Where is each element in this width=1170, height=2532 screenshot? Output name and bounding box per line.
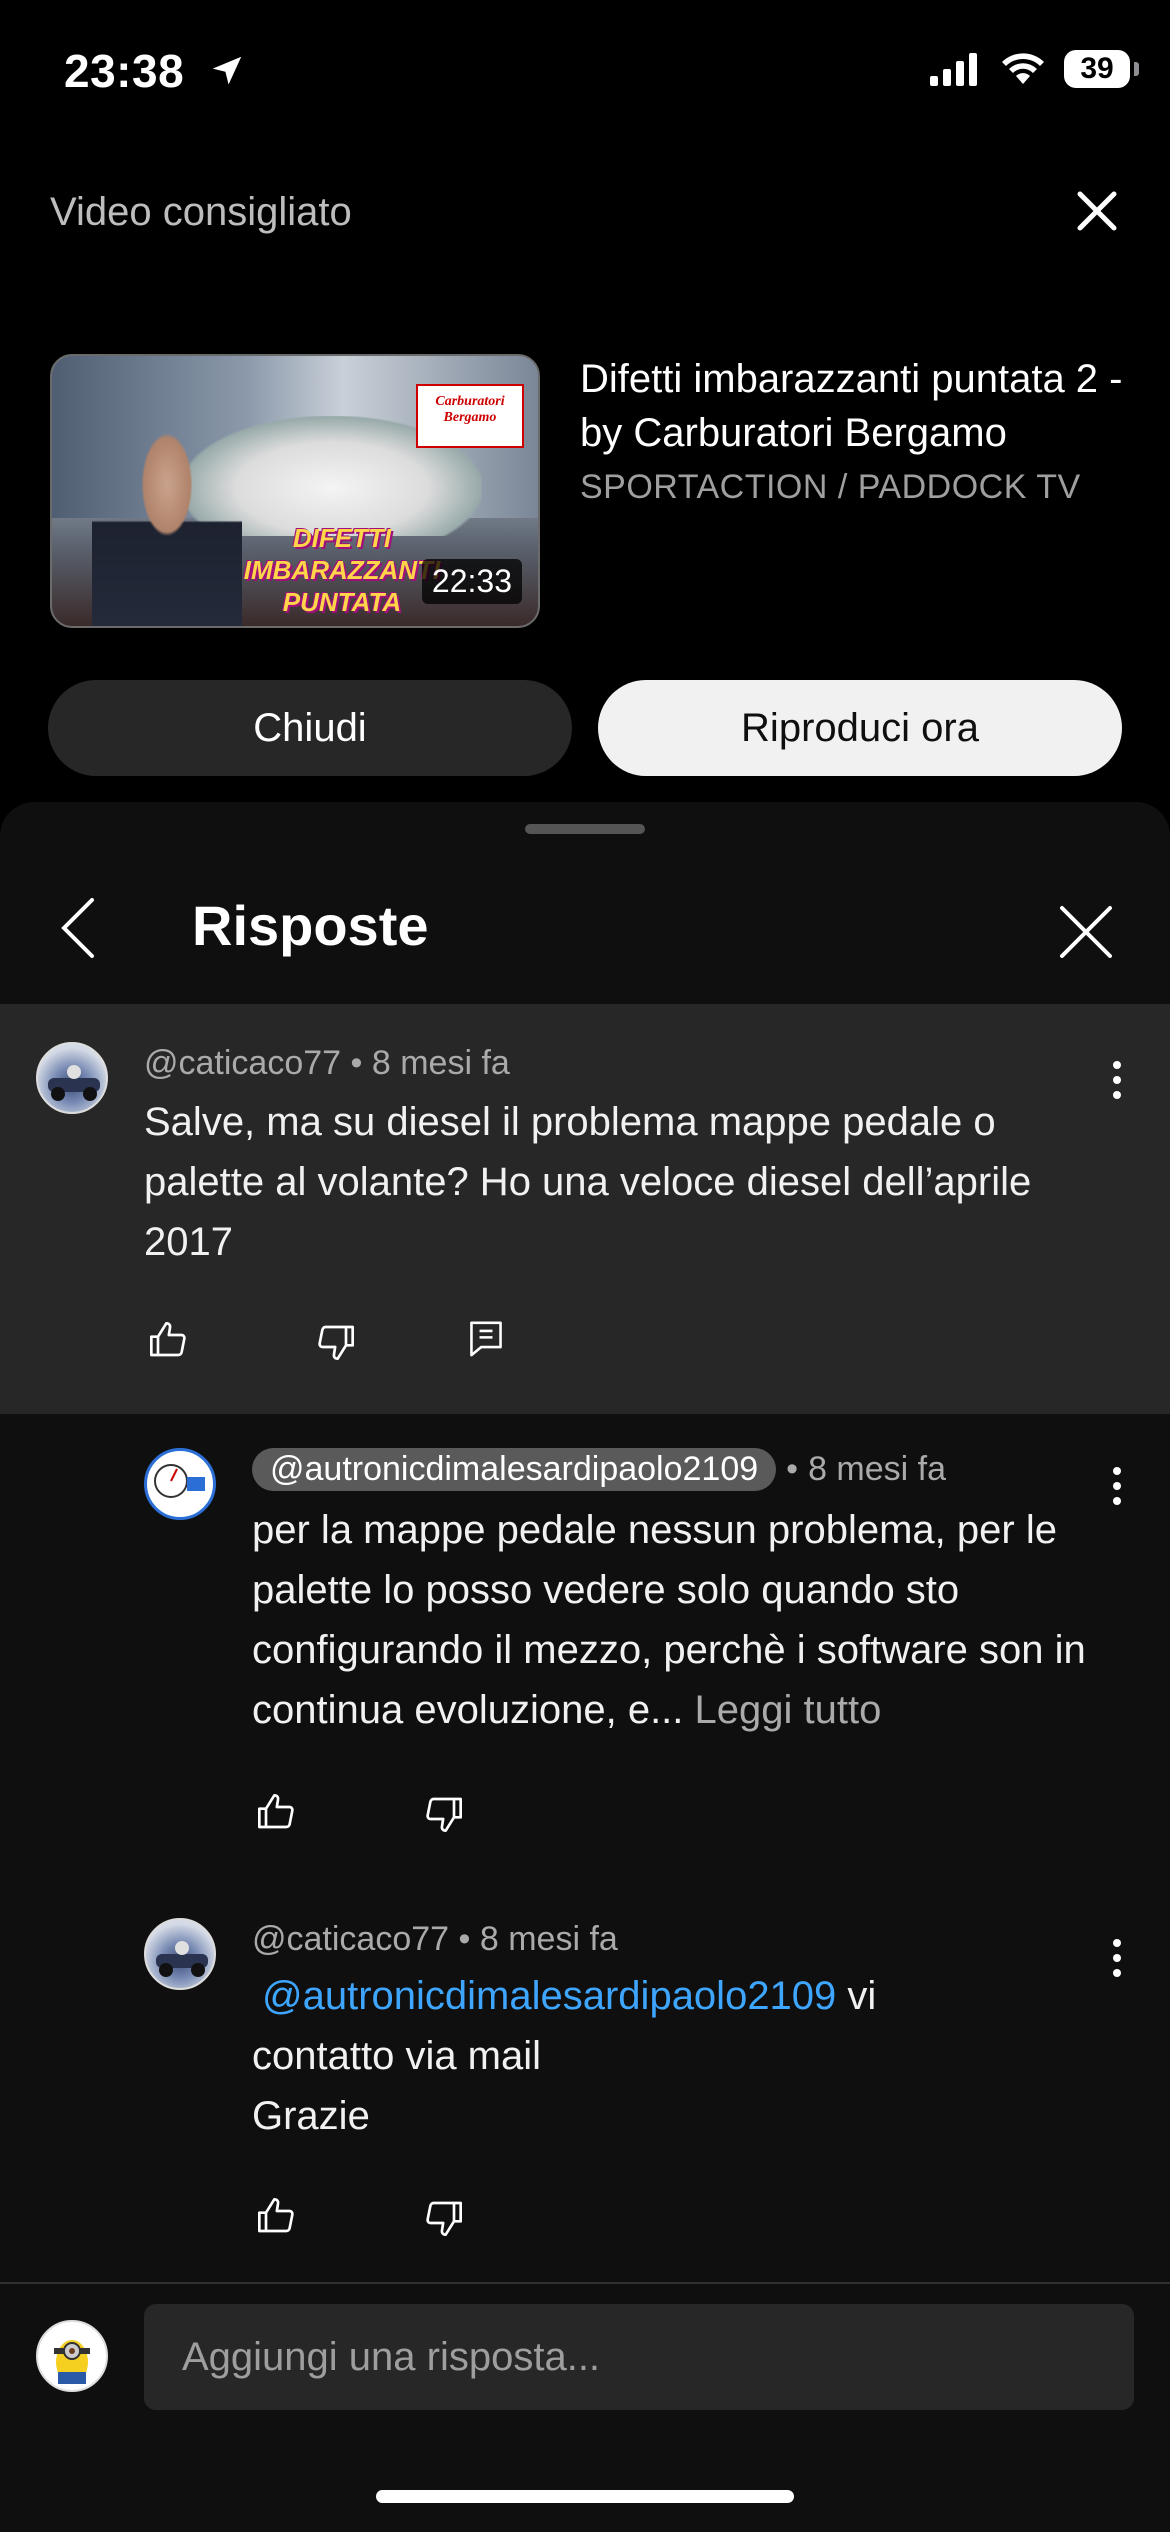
comment-author[interactable]: @caticaco77: [144, 1044, 341, 1082]
comment-time: 8 mesi fa: [371, 1044, 510, 1082]
more-options-icon[interactable]: [1112, 1938, 1122, 1978]
home-indicator[interactable]: [376, 2490, 794, 2503]
status-time: 23:38: [64, 45, 185, 97]
reply-meta: @autronicdimalesardipaolo2109 • 8 mesi f…: [252, 1448, 946, 1491]
comment-text: Salve, ma su diesel il problema mappe pe…: [144, 1100, 1032, 1264]
meta-separator: •: [458, 1920, 471, 1958]
thumbnail-logo: Carburatori Bergamo: [416, 384, 524, 448]
dislike-icon[interactable]: [424, 2198, 464, 2238]
reply-text-content: contatto via mail Grazie: [252, 2034, 542, 2138]
close-button[interactable]: Chiudi: [48, 680, 572, 776]
reply-time: 8 mesi fa: [808, 1450, 947, 1488]
drag-handle[interactable]: [525, 824, 645, 834]
video-thumbnail[interactable]: Carburatori Bergamo DIFETTI IMBARAZZANTI…: [50, 354, 540, 628]
back-arrow-icon[interactable]: [58, 896, 98, 960]
reply-author-creator[interactable]: @autronicdimalesardipaolo2109: [252, 1448, 777, 1491]
autronic-logo-icon: [154, 1464, 205, 1498]
avatar[interactable]: [36, 1042, 108, 1114]
user-avatar: [36, 2320, 108, 2392]
more-options-icon[interactable]: [1112, 1466, 1122, 1506]
reply-meta: @caticaco77 • 8 mesi fa: [252, 1920, 618, 1959]
composer-divider: [0, 2282, 1170, 2284]
reply-input[interactable]: Aggiungi una risposta...: [144, 2304, 1134, 2410]
read-more-link[interactable]: Leggi tutto: [695, 1688, 882, 1732]
battery-indicator: 39: [1064, 50, 1139, 88]
sheet-title: Risposte: [192, 894, 429, 957]
like-icon[interactable]: [148, 1320, 188, 1360]
play-now-button[interactable]: Riproduci ora: [598, 680, 1122, 776]
mention-link[interactable]: @autronicdimalesardipaolo2109: [262, 1974, 836, 2018]
more-options-icon[interactable]: [1112, 1060, 1122, 1100]
close-sheet-icon[interactable]: [1058, 904, 1114, 960]
comment-meta: @caticaco77 • 8 mesi fa: [144, 1044, 510, 1083]
minion-avatar-icon: [54, 2340, 90, 2384]
dislike-icon[interactable]: [424, 1794, 464, 1834]
cellular-signal-icon: [930, 53, 977, 86]
meta-separator: •: [786, 1450, 799, 1488]
video-title[interactable]: Difetti imbarazzanti puntata 2 - by Carb…: [580, 352, 1140, 460]
reply-text-content: per la mappe pedale nessun problema, per…: [252, 1508, 1086, 1732]
video-channel: SPORTACTION / PADDOCK TV: [580, 468, 1081, 506]
reply-time: 8 mesi fa: [479, 1920, 618, 1958]
avatar[interactable]: [144, 1918, 216, 1990]
avatar[interactable]: [144, 1448, 216, 1520]
location-arrow-icon: [212, 56, 242, 85]
video-duration: 22:33: [421, 559, 522, 604]
reply-text: @autronicdimalesardipaolo2109 vi contatt…: [252, 1966, 1092, 2146]
meta-separator: •: [350, 1044, 363, 1082]
reply-icon[interactable]: [466, 1318, 506, 1360]
reply-text: per la mappe pedale nessun problema, per…: [252, 1500, 1092, 1740]
reply-author[interactable]: @caticaco77: [252, 1920, 449, 1958]
like-icon[interactable]: [256, 1792, 296, 1832]
reply-text-inline: vi: [847, 1974, 877, 2018]
recommended-header: Video consigliato: [50, 190, 352, 234]
like-icon[interactable]: [256, 2196, 296, 2236]
dislike-icon[interactable]: [316, 1322, 356, 1362]
status-indicators: 39: [930, 50, 1139, 88]
close-icon[interactable]: [1072, 186, 1122, 236]
wifi-icon: [1002, 53, 1044, 84]
